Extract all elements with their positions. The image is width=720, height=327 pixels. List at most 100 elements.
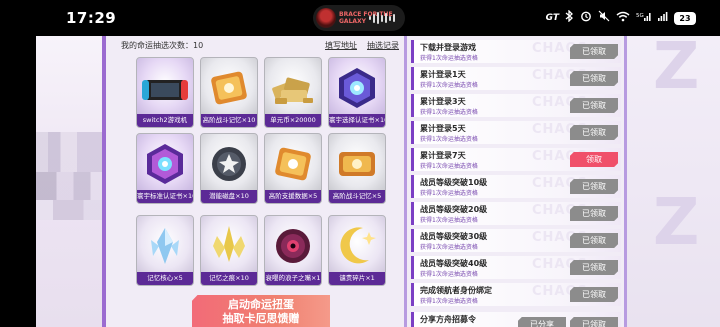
claimed-button[interactable]: 已领取: [570, 71, 618, 86]
task-row: CHAOS 累计登录5天 获得1次命运抽选资格 已领取: [411, 121, 621, 144]
task-row: CHAOS 战员等级突破30级 获得1次命运抽选资格 已领取: [411, 229, 621, 252]
task-row: CHAOS 累计登录7天 获得1次命运抽选资格 领取: [411, 148, 621, 171]
prize-card[interactable]: 衰嘤的浪子之嘴×1: [264, 215, 322, 286]
task-subtitle: 获得1次命运抽选资格: [420, 244, 478, 251]
wifi-icon: [616, 11, 630, 26]
claimed-button[interactable]: 已领取: [570, 125, 618, 140]
task-title: 完成领航者身份绑定: [420, 286, 492, 295]
task-subtitle: 获得1次命运抽选资格: [420, 109, 478, 116]
draw-record-link[interactable]: 抽选记录: [367, 40, 399, 51]
prize-card[interactable]: 谴责碎片×1: [328, 215, 386, 286]
prize-label: 单元币×20000: [265, 114, 321, 127]
moon-fragment-icon: [329, 216, 385, 273]
prize-card[interactable]: 潜能磁盘×10: [200, 133, 258, 204]
prize-label: switch2游戏机: [137, 114, 193, 127]
task-title: 分享方舟招募令: [420, 315, 476, 324]
prize-label: 寰宇选择认证书×10: [329, 114, 385, 127]
task-row: 分享方舟招募令 已分享 已领取: [411, 312, 621, 327]
status-bar: 17:29 BRACE FOR THE GALAXY GT 5G 23: [0, 0, 720, 36]
task-subtitle: 获得1次命运抽选资格: [420, 163, 478, 170]
start-button-line2: 抽取卡厄思馈赠: [222, 312, 300, 325]
claimed-button[interactable]: 已领取: [570, 44, 618, 59]
cert-selection-icon: [329, 58, 385, 115]
memory-core-icon: [137, 216, 193, 273]
right-frame-bar: [624, 36, 627, 327]
status-icons: GT 5G 23: [545, 9, 696, 26]
cert-standard-icon: [137, 134, 193, 191]
prize-label: 谴责碎片×1: [329, 272, 385, 285]
prize-label: 高阶战斗记忆×10: [201, 114, 257, 127]
draw-count-label: 我的命运抽选次数：: [121, 41, 193, 50]
claimed-button[interactable]: 已领取: [570, 98, 618, 113]
task-subtitle: 获得1次命运抽选资格: [420, 190, 478, 197]
prize-card[interactable]: 单元币×20000: [264, 57, 322, 128]
task-row: CHAOS 下载并登录游戏 获得1次命运抽选资格 已领取: [411, 40, 621, 63]
prize-label: 高阶战斗记忆×5: [329, 190, 385, 203]
alarm-icon: [580, 10, 592, 26]
signal-5g-icon: 5G: [636, 11, 652, 26]
fill-address-link[interactable]: 填写地址: [325, 40, 357, 51]
claimed-button[interactable]: 已领取: [570, 317, 618, 327]
memory-trace-icon: [201, 216, 257, 273]
battle-memory-icon: [329, 134, 385, 191]
switch-console-icon: [137, 58, 193, 115]
prize-card[interactable]: 寰宇标准认证书×10: [136, 133, 194, 204]
divider-bar: [404, 36, 407, 327]
task-subtitle: 获得1次命运抽选资格: [420, 271, 478, 278]
task-subtitle: 获得1次命运抽选资格: [420, 82, 478, 89]
start-gacha-button[interactable]: 启动命运扭蛋 抽取卡厄思馈赠: [192, 295, 330, 327]
mute-icon: [598, 10, 610, 26]
claimed-button[interactable]: 已领取: [570, 206, 618, 221]
signal-icon: [658, 11, 668, 26]
task-row: CHAOS 战员等级突破10级 获得1次命运抽选资格 已领取: [411, 175, 621, 198]
potential-disk-icon: [201, 134, 257, 191]
claim-button[interactable]: 领取: [570, 152, 618, 167]
prize-card[interactable]: switch2游戏机: [136, 57, 194, 128]
support-data-icon: [265, 134, 321, 191]
task-subtitle: 获得1次命运抽选资格: [420, 217, 478, 224]
task-title: 战员等级突破10级: [420, 178, 488, 187]
unit-coin-icon: [265, 58, 321, 115]
task-subtitle: 获得1次命运抽选资格: [420, 55, 478, 62]
prize-card[interactable]: 高阶支援数据×5: [264, 133, 322, 204]
draw-count: 我的命运抽选次数：10: [121, 40, 203, 51]
task-title: 战员等级突破30级: [420, 232, 488, 241]
right-background: Z Z: [627, 36, 720, 327]
claimed-button[interactable]: 已领取: [570, 179, 618, 194]
bluetooth-icon: [565, 9, 574, 26]
task-subtitle: 获得1次命运抽选资格: [420, 136, 478, 143]
prize-label: 记忆之痕×10: [201, 272, 257, 285]
task-title: 战员等级突破20级: [420, 205, 488, 214]
left-frame-bar: [102, 36, 106, 327]
task-row: CHAOS 累计登录3天 获得1次命运抽选资格 已领取: [411, 94, 621, 117]
claimed-button[interactable]: 已领取: [570, 287, 618, 302]
battle-memory-chip-icon: [201, 58, 257, 115]
prize-label: 寰宇标准认证书×10: [137, 190, 193, 203]
prize-card[interactable]: 寰宇选择认证书×10: [328, 57, 386, 128]
svg-text:5G: 5G: [636, 13, 644, 19]
task-row: CHAOS 战员等级突破20级 获得1次命运抽选资格 已领取: [411, 202, 621, 225]
task-row: CHAOS 战员等级突破40级 获得1次命运抽选资格 已领取: [411, 256, 621, 279]
task-title: 累计登录7天: [420, 151, 466, 160]
prize-card[interactable]: 高阶战斗记忆×5: [328, 133, 386, 204]
task-title: 累计登录1天: [420, 70, 466, 79]
game-screen: Z Z 我的命运抽选次数：10 填写地址 抽选记录 switch2游戏机 高阶战…: [36, 36, 720, 327]
shared-button[interactable]: 已分享: [518, 317, 566, 327]
gt-icon: GT: [545, 13, 559, 23]
dynamic-island[interactable]: BRACE FOR THE GALAXY: [313, 5, 405, 31]
prize-label: 潜能磁盘×10: [201, 190, 257, 203]
task-row: CHAOS 累计登录1天 获得1次命运抽选资格 已领取: [411, 67, 621, 90]
prize-label: 衰嘤的浪子之嘴×1: [265, 272, 321, 285]
prize-card[interactable]: 记忆核心×5: [136, 215, 194, 286]
audio-wave-icon: [369, 12, 395, 24]
prize-card[interactable]: 记忆之痕×10: [200, 215, 258, 286]
task-row: CHAOS 完成领航者身份绑定 获得1次命运抽选资格 已领取: [411, 283, 621, 306]
claimed-button[interactable]: 已领取: [570, 260, 618, 275]
battery-icon: 23: [674, 11, 696, 25]
prize-card[interactable]: 高阶战斗记忆×10: [200, 57, 258, 128]
claimed-button[interactable]: 已领取: [570, 233, 618, 248]
game-logo-icon: [316, 8, 336, 28]
start-button-line1: 启动命运扭蛋: [228, 298, 294, 311]
prize-label: 记忆核心×5: [137, 272, 193, 285]
eye-orb-icon: [265, 216, 321, 273]
